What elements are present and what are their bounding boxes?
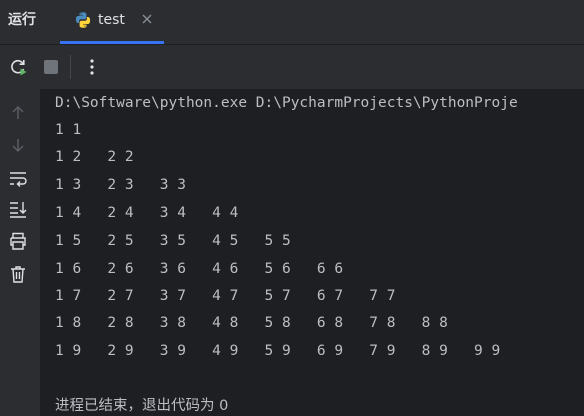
tool-window-header: 运行 test — [0, 0, 584, 45]
output-line: 1 4 2 4 3 4 4 4 — [55, 205, 239, 221]
python-icon — [75, 12, 91, 28]
run-toolbar — [0, 45, 584, 89]
rerun-icon[interactable] — [8, 57, 28, 77]
tab-label: test — [98, 12, 125, 28]
console-side-toolbar — [0, 89, 40, 416]
toolbar-separator — [70, 55, 71, 79]
output-line: 1 7 2 7 3 7 4 7 5 7 6 7 7 7 — [55, 288, 396, 304]
command-line: D:\Software\python.exe D:\PycharmProject… — [55, 95, 518, 111]
stop-icon[interactable] — [41, 57, 61, 77]
tab-test[interactable]: test — [60, 0, 164, 44]
close-icon[interactable] — [140, 12, 154, 26]
trash-icon[interactable] — [8, 264, 28, 284]
output-line: 1 8 2 8 3 8 4 8 5 8 6 8 7 8 8 8 — [55, 315, 448, 331]
output-line: 1 2 2 2 — [55, 149, 134, 165]
output-line: 1 9 2 9 3 9 4 9 5 9 6 9 7 9 8 9 9 9 — [55, 343, 501, 359]
output-line: 1 3 2 3 3 3 — [55, 177, 186, 193]
print-icon[interactable] — [8, 231, 28, 251]
output-line: 1 6 2 6 3 6 4 6 5 6 6 6 — [55, 261, 344, 277]
run-tool-window: 运行 test D:\Software\python.exe D:\Pychar… — [0, 0, 584, 416]
arrow-up-icon[interactable] — [8, 103, 28, 123]
console-output[interactable]: D:\Software\python.exe D:\PycharmProject… — [40, 89, 584, 416]
scroll-to-end-icon[interactable] — [8, 199, 28, 219]
arrow-down-icon[interactable] — [8, 135, 28, 155]
soft-wrap-icon[interactable] — [8, 168, 28, 188]
output-line: 1 5 2 5 3 5 4 5 5 5 — [55, 233, 291, 249]
exit-message: 进程已结束，退出代码为 0 — [55, 398, 229, 414]
active-tab-indicator — [60, 41, 164, 44]
output-line: 1 1 — [55, 122, 82, 138]
more-vertical-icon[interactable] — [82, 57, 102, 77]
run-title: 运行 — [8, 12, 36, 28]
